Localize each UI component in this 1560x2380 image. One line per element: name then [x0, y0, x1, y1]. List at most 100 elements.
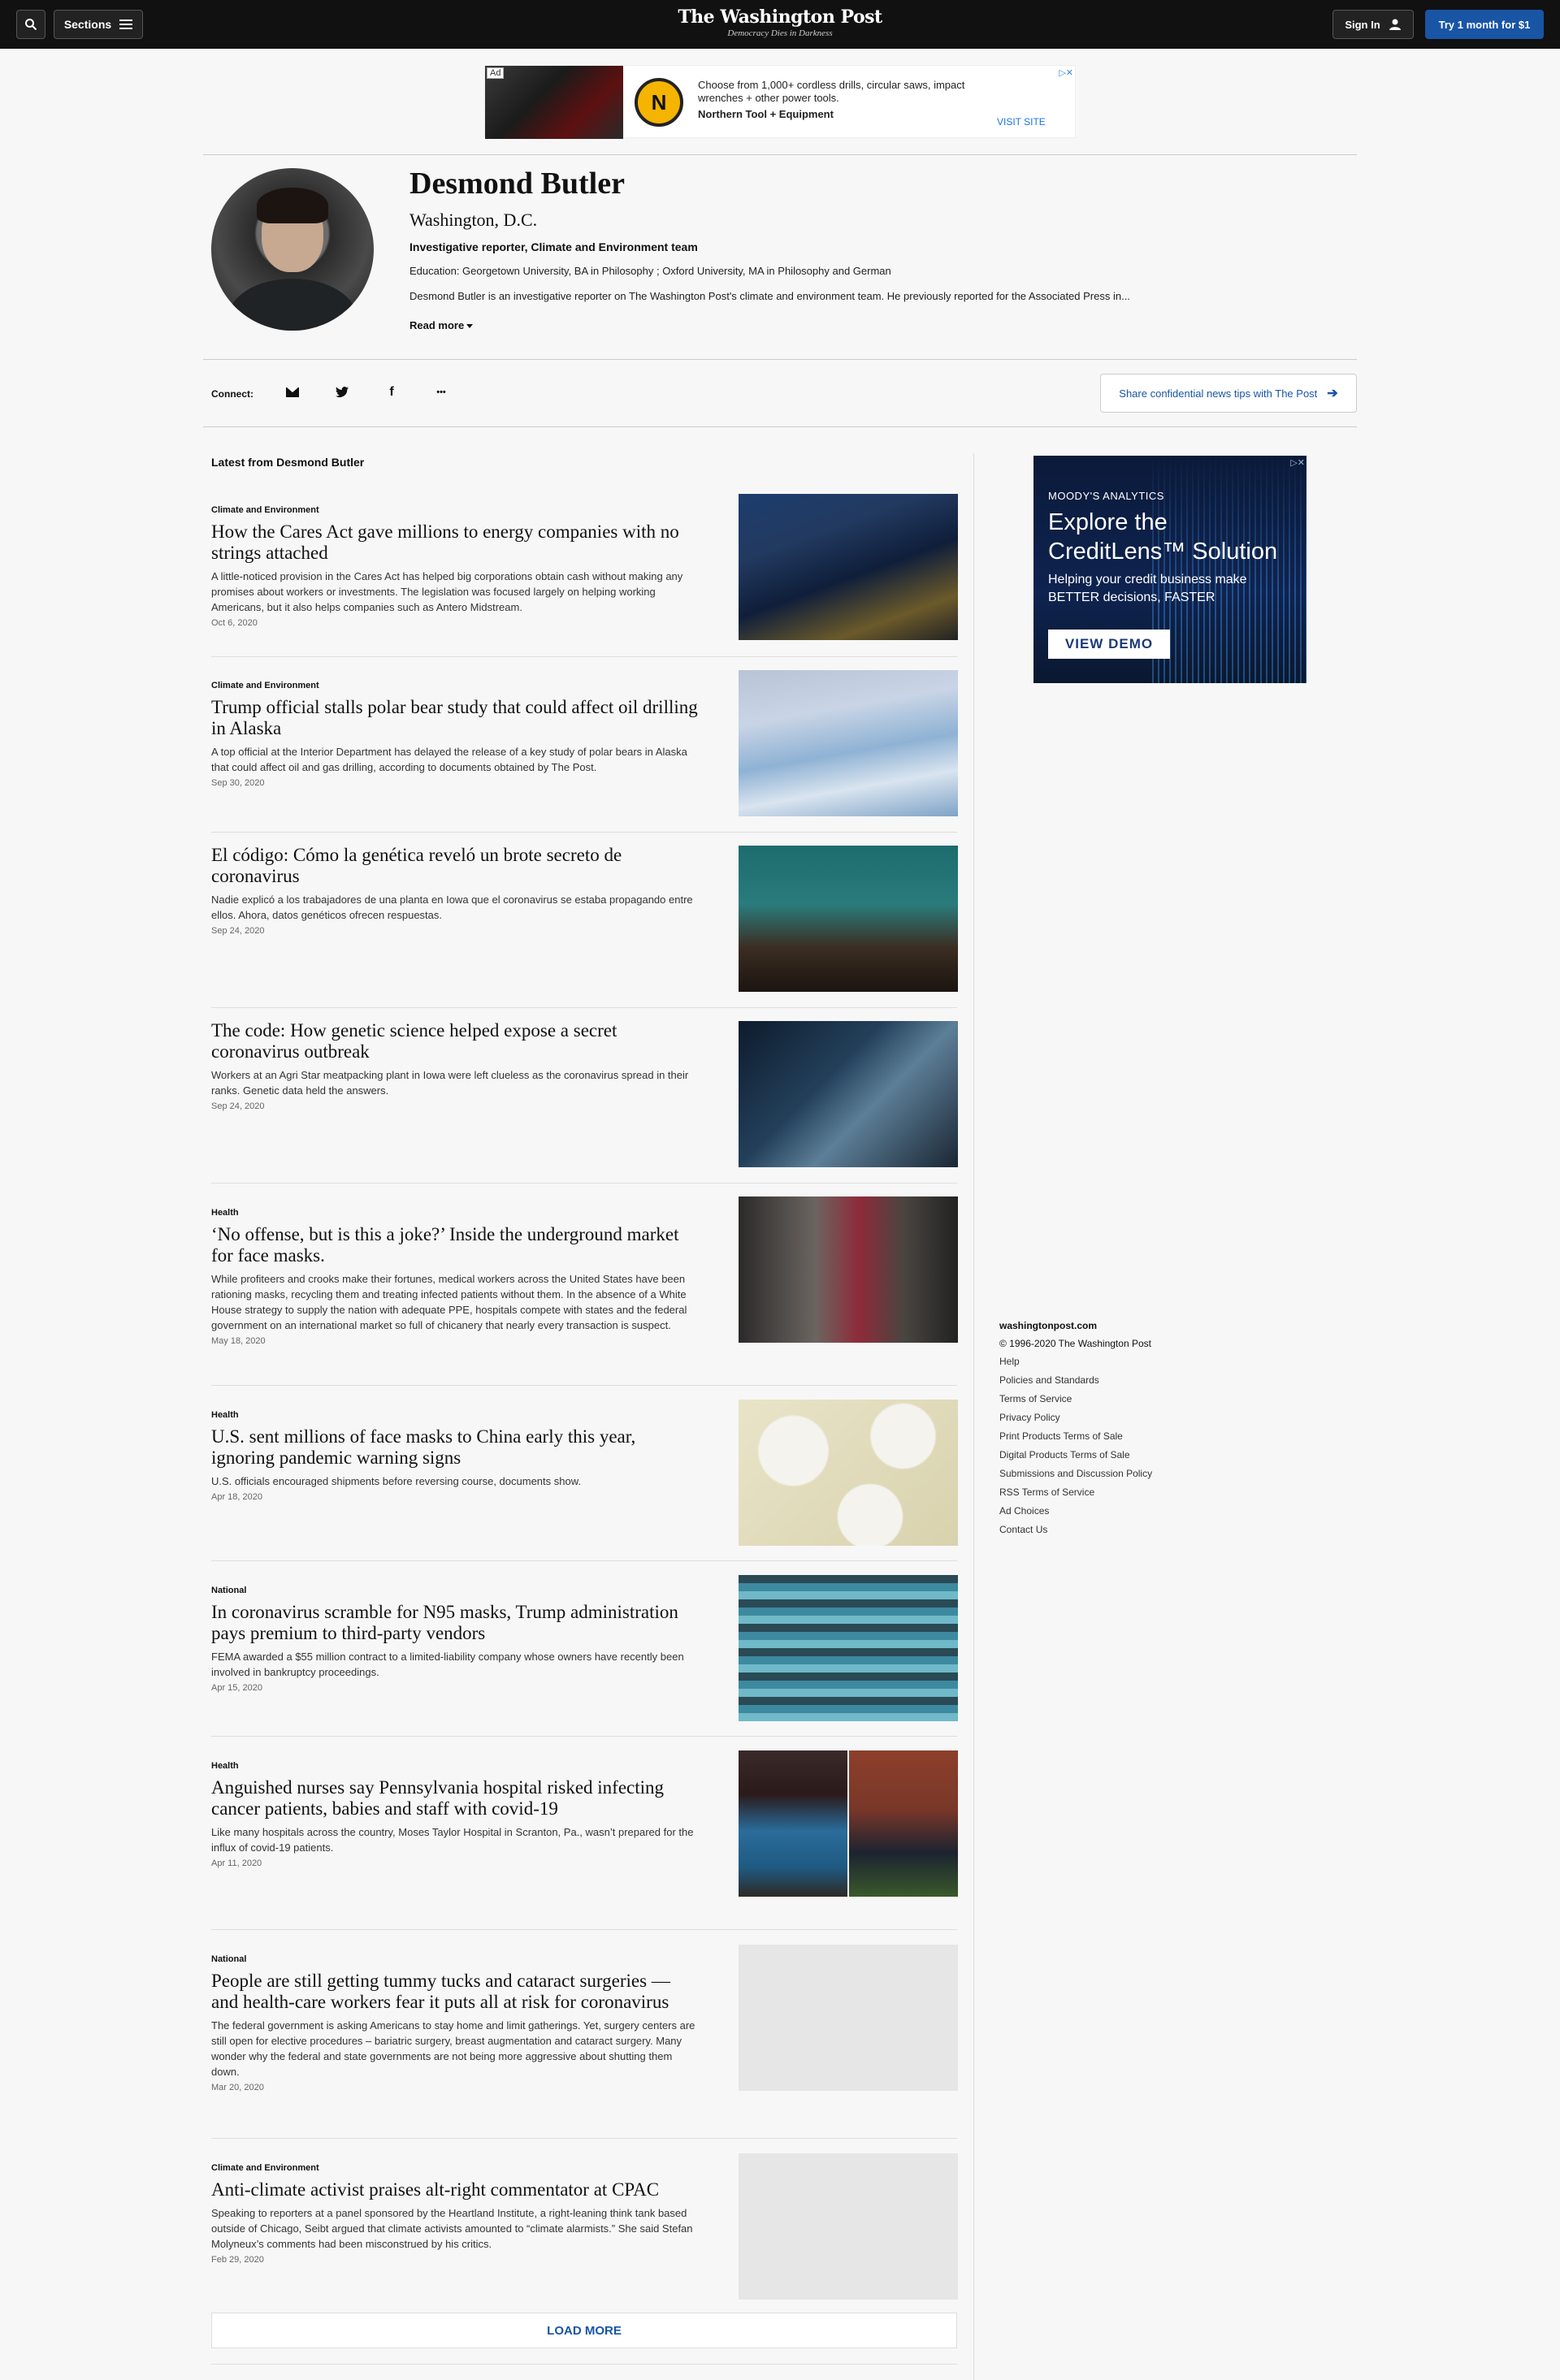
ad-headline: Explore the CreditLens™ Solution — [1048, 509, 1278, 565]
ad-product-image[interactable] — [485, 66, 623, 139]
connect-label: Connect: — [211, 388, 254, 400]
facebook-link[interactable]: f — [381, 382, 402, 403]
footer-link-digital-terms[interactable]: Digital Products Terms of Sale — [999, 1449, 1152, 1460]
search-button[interactable] — [16, 10, 46, 39]
read-more-label: Read more — [410, 319, 465, 331]
article-headline[interactable]: The code: How genetic science helped exp… — [211, 1020, 699, 1062]
footer-link-submissions[interactable]: Submissions and Discussion Policy — [999, 1468, 1152, 1479]
article-thumbnail[interactable] — [739, 670, 958, 816]
sections-button[interactable]: Sections — [54, 10, 143, 39]
article-headline[interactable]: Anguished nurses say Pennsylvania hospit… — [211, 1777, 699, 1820]
article-thumbnail-placeholder[interactable] — [739, 2153, 958, 2300]
footer-link-print-terms[interactable]: Print Products Terms of Sale — [999, 1430, 1152, 1442]
author-role: Investigative reporter, Climate and Envi… — [410, 240, 698, 253]
view-demo-button[interactable]: VIEW DEMO — [1048, 630, 1170, 659]
latest-section-title: Latest from Desmond Butler — [211, 456, 365, 469]
article-headline[interactable]: In coronavirus scramble for N95 masks, T… — [211, 1602, 699, 1644]
subscribe-button[interactable]: Try 1 month for $1 — [1425, 10, 1544, 39]
footer-link-contact[interactable]: Contact Us — [999, 1524, 1152, 1535]
user-icon — [1389, 19, 1401, 30]
ad-choices-icon[interactable]: ▷✕ — [1059, 67, 1073, 78]
ad-sponsor[interactable]: Northern Tool + Equipment — [698, 108, 834, 120]
column-divider — [973, 453, 974, 2380]
article-headline[interactable]: How the Cares Act gave millions to energ… — [211, 521, 699, 564]
article-blurb: A little-noticed provision in the Cares … — [211, 570, 683, 613]
author-avatar — [211, 168, 374, 331]
site-tagline: Democracy Dies in Darkness — [727, 28, 833, 38]
divider — [203, 359, 1357, 360]
facebook-icon: f — [389, 385, 394, 399]
arrow-right-icon: ➔ — [1327, 387, 1338, 400]
ad-visit-site-link[interactable]: VISIT SITE — [997, 116, 1046, 128]
article-blurb: Workers at an Agri Star meatpacking plan… — [211, 1069, 689, 1097]
article-thumbnail[interactable] — [739, 1196, 958, 1343]
footer-link-policies[interactable]: Policies and Standards — [999, 1374, 1152, 1386]
article-divider — [211, 832, 957, 833]
site-logo[interactable]: The Washington Post — [618, 6, 942, 28]
hamburger-icon — [119, 19, 133, 29]
ad-subheadline: Helping your credit business make BETTER… — [1048, 573, 1247, 604]
footer-link-rss[interactable]: RSS Terms of Service — [999, 1486, 1152, 1498]
caret-down-icon — [466, 324, 474, 329]
top-advertisement[interactable]: Ad N Choose from 1,000+ cordless drills,… — [484, 65, 1076, 139]
sections-label: Sections — [63, 18, 112, 31]
footer-link-ad-choices[interactable]: Ad Choices — [999, 1505, 1152, 1517]
ad-choices-icon[interactable]: ▷✕ — [1290, 457, 1305, 468]
article-blurb: Like many hospitals across the country, … — [211, 1826, 694, 1854]
load-more-button[interactable]: LOAD MORE — [211, 2313, 957, 2348]
sidebar-footer: washingtonpost.com © 1996-2020 The Washi… — [999, 1320, 1152, 1543]
article-headline[interactable]: Anti-climate activist praises alt-right … — [211, 2179, 699, 2200]
article-thumbnail-placeholder[interactable] — [739, 1945, 958, 2091]
ad-brand-logo[interactable]: N — [635, 78, 683, 127]
article-thumbnail[interactable] — [739, 1400, 958, 1546]
search-icon — [25, 19, 37, 31]
article-headline[interactable]: El código: Cómo la genética reveló un br… — [211, 845, 699, 887]
sign-in-button[interactable]: Sign In — [1332, 10, 1414, 39]
article-blurb: The federal government is asking America… — [211, 2019, 696, 2078]
ad-badge: Ad — [487, 67, 505, 79]
article-thumbnail[interactable] — [739, 1021, 958, 1167]
share-tips-label: Share confidential news tips with The Po… — [1119, 387, 1318, 400]
sign-in-label: Sign In — [1345, 18, 1380, 31]
article-blurb: Nadie explicó a los trabajadores de una … — [211, 894, 693, 921]
divider — [203, 154, 1357, 155]
more-options-button[interactable]: ••• — [431, 382, 452, 403]
footer-link-terms[interactable]: Terms of Service — [999, 1393, 1152, 1404]
article-blurb: Speaking to reporters at a panel sponsor… — [211, 2207, 693, 2250]
article-divider — [211, 1736, 957, 1737]
article-divider — [211, 656, 957, 657]
read-more-button[interactable]: Read more — [410, 319, 474, 331]
twitter-link[interactable] — [332, 382, 353, 403]
author-bio: Desmond Butler is an investigative repor… — [410, 290, 1130, 302]
twitter-icon — [336, 387, 349, 398]
article-divider — [211, 1183, 957, 1184]
article-headline[interactable]: Trump official stalls polar bear study t… — [211, 697, 699, 739]
author-education: Education: Georgetown University, BA in … — [410, 265, 891, 277]
masthead[interactable]: The Washington Post Democracy Dies in Da… — [618, 6, 942, 38]
footer-link-help[interactable]: Help — [999, 1356, 1152, 1367]
article-blurb: A top official at the Interior Departmen… — [211, 746, 687, 773]
article-thumbnail-right[interactable] — [849, 1750, 958, 1897]
footer-site: washingtonpost.com — [999, 1320, 1097, 1331]
ad-copy[interactable]: Choose from 1,000+ cordless drills, circ… — [698, 79, 966, 105]
article-blurb: FEMA awarded a $55 million contract to a… — [211, 1651, 684, 1678]
footer-link-privacy[interactable]: Privacy Policy — [999, 1412, 1152, 1423]
article-headline[interactable]: ‘No offense, but is this a joke?’ Inside… — [211, 1224, 699, 1266]
article-blurb: U.S. officials encouraged shipments befo… — [211, 1475, 581, 1487]
mail-icon — [286, 387, 299, 397]
email-link[interactable] — [282, 382, 303, 403]
article-thumbnail[interactable] — [739, 494, 958, 640]
article-headline[interactable]: U.S. sent millions of face masks to Chin… — [211, 1426, 699, 1469]
article-thumbnail-left[interactable] — [739, 1750, 847, 1897]
article-divider — [211, 2138, 957, 2139]
article-divider — [211, 1929, 957, 1930]
article-headline[interactable]: People are still getting tummy tucks and… — [211, 1971, 699, 2013]
author-location: Washington, D.C. — [410, 210, 538, 230]
share-tips-button[interactable]: Share confidential news tips with The Po… — [1100, 374, 1357, 413]
article-blurb: While profiteers and crooks make their f… — [211, 1273, 687, 1331]
divider — [203, 426, 1357, 427]
article-thumbnail[interactable] — [739, 1575, 958, 1721]
article-thumbnail[interactable] — [739, 846, 958, 992]
sidebar-advertisement[interactable]: MOODY'S ANALYTICS Explore the CreditLens… — [1034, 456, 1306, 683]
article-divider — [211, 1560, 957, 1561]
